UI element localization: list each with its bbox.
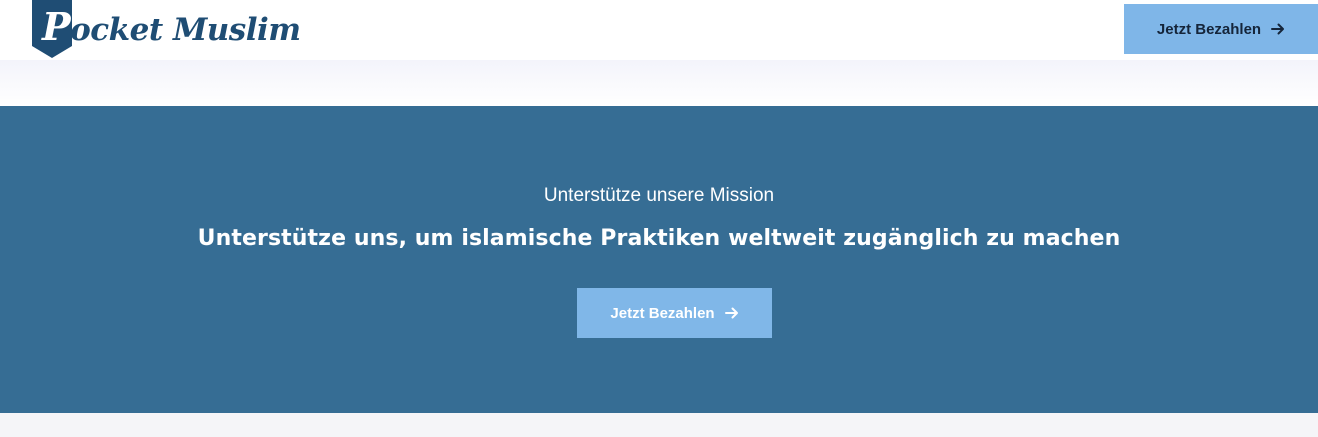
arrow-right-icon: [1271, 23, 1285, 35]
mission-pay-button[interactable]: Jetzt Bezahlen: [577, 288, 772, 338]
logo-text: Pocket Muslim: [42, 4, 301, 49]
logo-letter-p: P: [42, 4, 71, 49]
pocket-muslim-logo[interactable]: Pocket Muslim: [30, 0, 301, 58]
mission-pay-button-label: Jetzt Bezahlen: [610, 304, 715, 322]
footer-strip: [0, 413, 1318, 437]
arrow-right-icon: [724, 307, 738, 319]
logo-wordmark: ocket Muslim: [70, 12, 301, 48]
site-header: Pocket Muslim Jetzt Bezahlen: [0, 0, 1318, 60]
mission-banner: Unterstütze unsere Mission Unterstütze u…: [0, 106, 1318, 413]
header-shadow: [0, 60, 1318, 106]
mission-title: Unterstütze uns, um islamische Praktiken…: [197, 226, 1121, 251]
header-pay-button[interactable]: Jetzt Bezahlen: [1124, 4, 1318, 54]
header-pay-button-label: Jetzt Bezahlen: [1156, 20, 1262, 38]
mission-subtitle: Unterstütze unsere Mission: [543, 185, 775, 206]
